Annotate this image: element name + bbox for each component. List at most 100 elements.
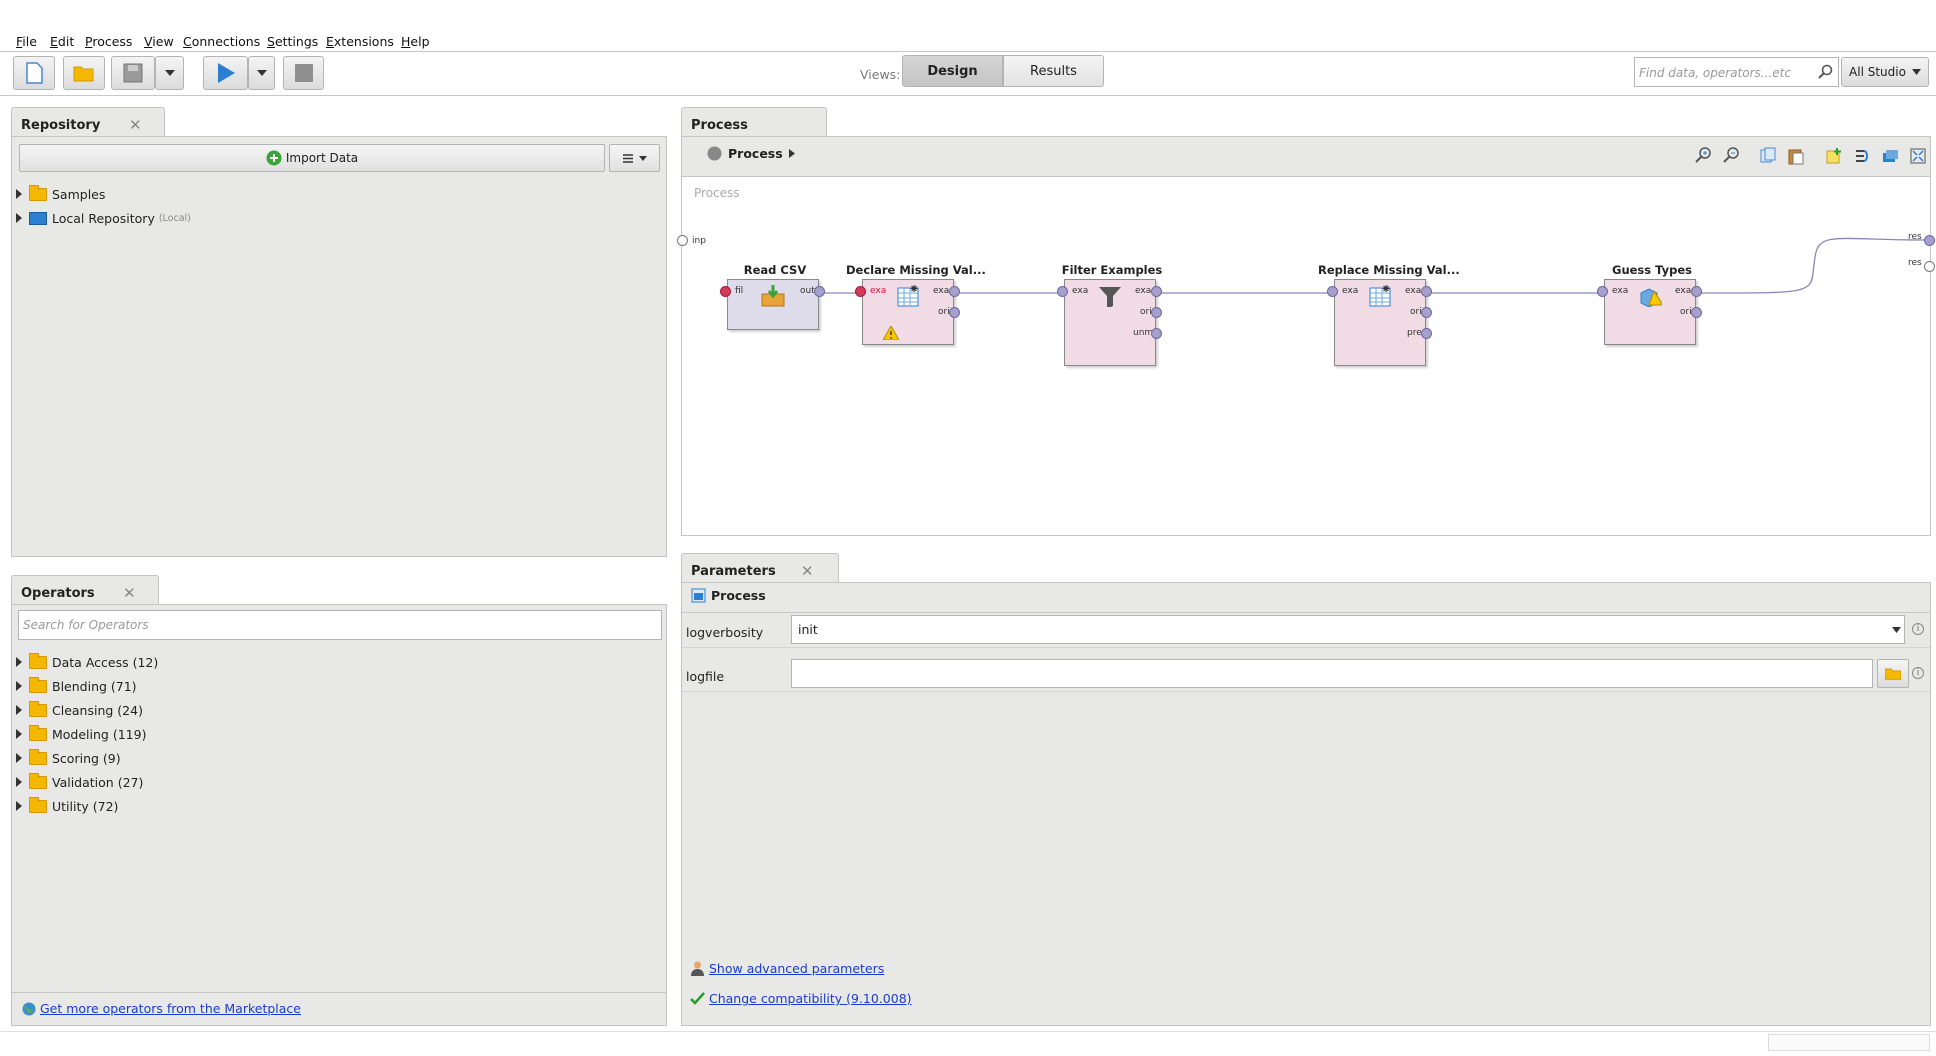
tab-operators[interactable]: Operators ✕ <box>11 575 159 605</box>
operator-replace-missing[interactable]: exa exa ori pre <box>1334 279 1426 366</box>
expand-arrow-icon[interactable] <box>16 729 22 739</box>
tab-repository[interactable]: Repository ✕ <box>11 107 165 137</box>
layers-icon[interactable] <box>1881 147 1899 165</box>
info-icon[interactable]: i <box>1912 623 1924 635</box>
operator-input-port[interactable] <box>1597 286 1608 297</box>
tab-parameters[interactable]: Parameters ✕ <box>681 553 839 583</box>
result-port[interactable] <box>1924 235 1935 246</box>
globe-icon <box>22 1002 36 1015</box>
operator-filter-examples[interactable]: exa exa ori unm <box>1064 279 1156 366</box>
expand-arrow-icon[interactable] <box>16 681 22 691</box>
operator-group-scoring[interactable]: Scoring (9) <box>16 747 121 769</box>
port-label: exa <box>933 286 950 296</box>
expand-arrow-icon[interactable] <box>16 753 22 763</box>
show-advanced-link[interactable]: Show advanced parameters <box>709 961 884 976</box>
views-label: Views: <box>860 67 901 82</box>
results-view-tab[interactable]: Results <box>1003 55 1104 87</box>
repository-menu-button[interactable] <box>609 144 660 172</box>
menu-help[interactable]: Help <box>401 34 430 49</box>
studio-scope-dropdown[interactable]: All Studio <box>1841 57 1929 87</box>
operator-search-input[interactable]: Search for Operators <box>18 610 662 640</box>
operator-group-utility[interactable]: Utility (72) <box>16 795 118 817</box>
add-note-icon[interactable] <box>1825 147 1843 165</box>
operator-output-port[interactable] <box>1421 328 1432 339</box>
close-icon[interactable]: ✕ <box>129 116 142 134</box>
expand-arrow-icon[interactable] <box>16 705 22 715</box>
repository-item-local[interactable]: Local Repository (Local) <box>16 207 191 229</box>
expand-arrow-icon[interactable] <box>16 189 22 199</box>
stop-process-button[interactable] <box>283 56 324 90</box>
folder-icon <box>29 700 47 717</box>
close-icon[interactable]: ✕ <box>123 584 136 602</box>
auto-wire-icon[interactable] <box>1853 147 1871 165</box>
operator-guess-types[interactable]: exa exa ori <box>1604 279 1696 345</box>
logfile-input[interactable] <box>791 659 1873 688</box>
param-label-logverbosity: logverbosity <box>686 625 764 640</box>
save-button[interactable] <box>111 56 155 90</box>
operator-output-port[interactable] <box>1151 307 1162 318</box>
expand-arrow-icon[interactable] <box>16 213 22 223</box>
run-dropdown-button[interactable] <box>248 56 275 90</box>
save-dropdown-button[interactable] <box>155 56 184 90</box>
process-canvas[interactable]: Process inp res res Read CSV fil out Dec… <box>677 176 1935 536</box>
expand-arrow-icon[interactable] <box>16 801 22 811</box>
result-port[interactable] <box>1924 261 1935 272</box>
change-compatibility-link[interactable]: Change compatibility (9.10.008) <box>709 991 912 1006</box>
menu-extensions[interactable]: Extensions <box>326 34 394 49</box>
operator-input-port[interactable] <box>1327 286 1338 297</box>
info-icon[interactable]: i <box>1912 667 1924 679</box>
operator-group-label: Scoring (9) <box>52 750 121 766</box>
import-data-button[interactable]: Import Data <box>19 144 605 172</box>
open-process-button[interactable] <box>63 56 105 90</box>
marketplace-link[interactable]: Get more operators from the Marketplace <box>40 1001 301 1016</box>
paste-icon[interactable] <box>1787 147 1805 165</box>
divider <box>682 612 1930 613</box>
operator-input-port[interactable] <box>855 286 866 297</box>
breadcrumb[interactable]: Process <box>707 146 795 161</box>
operator-output-port[interactable] <box>1421 307 1432 318</box>
fit-view-icon[interactable] <box>1909 147 1927 165</box>
close-icon[interactable]: ✕ <box>801 562 814 580</box>
tab-process[interactable]: Process <box>681 107 827 137</box>
operator-output-port[interactable] <box>949 286 960 297</box>
operator-group-validation[interactable]: Validation (27) <box>16 771 143 793</box>
design-view-tab[interactable]: Design <box>902 55 1003 87</box>
menu-file[interactable]: File <box>16 34 37 49</box>
repository-item-samples[interactable]: Samples <box>16 183 105 205</box>
operator-output-port[interactable] <box>1691 307 1702 318</box>
logverbosity-select[interactable]: init <box>791 615 1905 644</box>
operator-output-port[interactable] <box>1421 286 1432 297</box>
search-icon[interactable] <box>1817 64 1833 80</box>
menu-settings[interactable]: Settings <box>267 34 318 49</box>
zoom-out-icon[interactable] <box>1722 147 1740 165</box>
operator-group-data-access[interactable]: Data Access (12) <box>16 651 158 673</box>
new-process-button[interactable] <box>13 56 55 90</box>
menu-view[interactable]: View <box>144 34 174 49</box>
folder-open-icon <box>73 66 94 82</box>
operator-output-port[interactable] <box>1151 286 1162 297</box>
expand-arrow-icon[interactable] <box>16 777 22 787</box>
operator-group-modeling[interactable]: Modeling (119) <box>16 723 146 745</box>
operator-output-port[interactable] <box>1151 328 1162 339</box>
expand-arrow-icon[interactable] <box>16 657 22 667</box>
run-process-button[interactable] <box>203 56 248 90</box>
operator-read-csv[interactable]: fil out <box>727 279 819 330</box>
menu-process[interactable]: Process <box>85 34 132 49</box>
warning-icon[interactable] <box>883 326 899 340</box>
operator-output-port[interactable] <box>814 286 825 297</box>
save-icon <box>123 63 143 83</box>
menu-connections[interactable]: Connections <box>183 34 260 49</box>
operator-input-port[interactable] <box>720 286 731 297</box>
zoom-in-icon[interactable] <box>1694 147 1712 165</box>
menu-edit[interactable]: Edit <box>50 34 74 49</box>
copy-icon[interactable] <box>1759 147 1777 165</box>
operator-output-port[interactable] <box>949 307 960 318</box>
operator-declare-missing[interactable]: exa exa ori <box>862 279 954 345</box>
operator-input-port[interactable] <box>1057 286 1068 297</box>
operator-group-blending[interactable]: Blending (71) <box>16 675 137 697</box>
operator-group-cleansing[interactable]: Cleansing (24) <box>16 699 143 721</box>
browse-file-button[interactable] <box>1877 659 1909 688</box>
operator-output-port[interactable] <box>1691 286 1702 297</box>
global-search-input[interactable]: Find data, operators...etc <box>1634 57 1839 87</box>
input-port[interactable] <box>677 235 688 246</box>
